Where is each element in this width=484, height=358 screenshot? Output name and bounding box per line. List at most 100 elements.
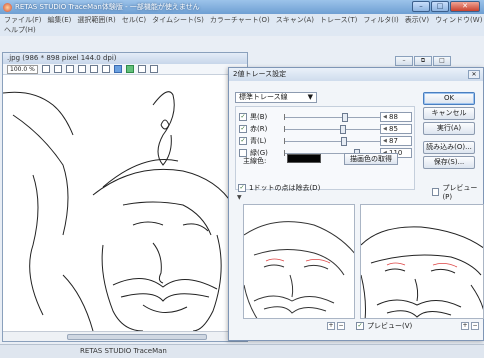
- preview-v-label: プレビュー(V): [367, 322, 413, 330]
- preview-traced: [360, 204, 484, 319]
- spin-arrow-icon[interactable]: ◀: [383, 113, 387, 121]
- preview-original-image: [244, 221, 354, 318]
- channel-label: 青(L): [250, 137, 267, 145]
- value-field[interactable]: ◀ 85: [380, 124, 412, 134]
- threshold-slider[interactable]: [284, 112, 384, 122]
- menu-item[interactable]: 表示(V): [405, 15, 429, 25]
- menu-item[interactable]: 選択範囲(R): [77, 15, 115, 25]
- preview-v-option[interactable]: ✓ プレビュー(V): [353, 321, 412, 331]
- slider-thumb[interactable]: [341, 136, 347, 146]
- menu-item[interactable]: セル(C): [122, 15, 146, 25]
- threshold-slider[interactable]: [284, 136, 384, 146]
- document-window: .jpg (986 * 898 pixel 144.0 dpi) 100.0 %: [2, 52, 248, 342]
- menu-row: ヘルプ(H): [4, 25, 480, 35]
- slider-tick: [284, 149, 285, 156]
- doc-restore-button[interactable]: ⧉: [414, 56, 432, 66]
- slider-tick: [284, 137, 285, 144]
- preview-traced-image: [361, 226, 483, 318]
- channel-checkbox[interactable]: ✓: [239, 113, 247, 121]
- rotate-icon[interactable]: [65, 65, 74, 73]
- ruler-icon[interactable]: [89, 65, 98, 73]
- menu-item[interactable]: トレース(T): [320, 15, 357, 25]
- zoom-in-button-right[interactable]: +: [461, 322, 469, 330]
- chevron-down-icon: ▼: [307, 93, 313, 101]
- value-text: 85: [389, 125, 398, 133]
- main-color-label: 主線色:: [243, 157, 267, 165]
- spin-arrow-icon[interactable]: ◀: [383, 137, 387, 145]
- channel-checkbox[interactable]: ✓: [239, 125, 247, 133]
- page-icon[interactable]: [53, 65, 62, 73]
- save-button[interactable]: 保存(S)...: [423, 156, 475, 169]
- color-icon[interactable]: [125, 65, 134, 73]
- slider-thumb[interactable]: [340, 124, 346, 134]
- preview-checkbox[interactable]: [432, 188, 440, 196]
- document-toolbar: 100.0 %: [3, 64, 247, 75]
- document-window-controls: – ⧉ □: [395, 56, 451, 66]
- slider-tick: [284, 125, 285, 132]
- dialog-title: 2値トレース設定: [229, 68, 483, 81]
- menu-item[interactable]: フィルタ(I): [363, 15, 398, 25]
- zoom-in-button[interactable]: +: [327, 322, 335, 330]
- dot-remove-option[interactable]: ✓ 1ドットの点は除去(D): [235, 183, 320, 193]
- dialog-close-button[interactable]: ✕: [468, 70, 480, 79]
- channel-label: 赤(R): [250, 125, 268, 133]
- ok-button[interactable]: OK: [423, 92, 475, 105]
- menubar: ファイル(F) 編集(E) 選択範囲(R) セル(C) タイムシート(S) カラーチャート…: [0, 14, 484, 36]
- menu-item[interactable]: ヘルプ(H): [4, 25, 36, 35]
- main-color-swatch[interactable]: [287, 154, 321, 163]
- guide-icon[interactable]: [137, 65, 146, 73]
- value-text: 87: [389, 137, 398, 145]
- panel-icon[interactable]: [149, 65, 158, 73]
- menu-item[interactable]: ウィンドウ(W): [435, 15, 482, 25]
- menu-item[interactable]: 編集(E): [48, 15, 72, 25]
- maximize-button[interactable]: □: [431, 1, 449, 12]
- threshold-slider[interactable]: [284, 124, 384, 134]
- load-button[interactable]: 読み込み(O)...: [423, 141, 475, 154]
- get-color-button[interactable]: 描画色の取得: [344, 153, 398, 165]
- layer-icon[interactable]: [113, 65, 122, 73]
- zoom-out-button-right[interactable]: −: [471, 322, 479, 330]
- preview-v-checkbox[interactable]: ✓: [356, 322, 364, 330]
- minimize-button[interactable]: –: [412, 1, 430, 12]
- preview-option[interactable]: プレビュー(P): [429, 183, 483, 201]
- preview-zoom-controls-right: + −: [461, 322, 479, 330]
- spin-arrow-icon[interactable]: ◀: [383, 125, 387, 133]
- trace-settings-dialog: 2値トレース設定 ✕ 標準トレース線 ▼ ✓ 黒(B) ◀ 88 ✓ 赤(R) ◀ 85 ✓ 青(…: [228, 67, 484, 341]
- channel-label: 黒(B): [250, 113, 268, 121]
- preset-select[interactable]: 標準トレース線 ▼: [235, 92, 317, 103]
- zoom-level[interactable]: 100.0 %: [7, 64, 38, 74]
- menu-item[interactable]: スキャン(A): [276, 15, 314, 25]
- cancel-button[interactable]: キャンセル: [423, 107, 475, 120]
- value-field[interactable]: ◀ 87: [380, 136, 412, 146]
- dot-remove-checkbox[interactable]: ✓: [238, 184, 246, 192]
- threshold-row: ✓ 赤(R) ◀ 85: [236, 123, 416, 135]
- value-text: 88: [389, 113, 398, 121]
- slider-thumb[interactable]: [342, 112, 348, 122]
- menu-item[interactable]: カラーチャート(O): [210, 15, 270, 25]
- channel-checkbox[interactable]: ✓: [239, 137, 247, 145]
- threshold-row: ✓ 黒(B) ◀ 88: [236, 111, 416, 123]
- menu-item[interactable]: タイムシート(S): [152, 15, 204, 25]
- app-title: RETAS STUDIO TraceMan体験版 - 一部機能が使えません: [15, 3, 200, 11]
- grid-icon[interactable]: [101, 65, 110, 73]
- app-logo-icon: [3, 2, 12, 12]
- drawing-canvas[interactable]: [3, 75, 247, 331]
- preset-value: 標準トレース線: [239, 93, 288, 101]
- play-icon[interactable]: [41, 65, 50, 73]
- scrollbar-thumb[interactable]: [67, 334, 207, 340]
- doc-minimize-button[interactable]: –: [395, 56, 413, 66]
- line-art-drawing: [3, 91, 247, 331]
- status-bar: RETAS STUDIO TraceMan: [0, 344, 484, 358]
- menu-item[interactable]: ファイル(F): [4, 15, 42, 25]
- horizontal-scrollbar[interactable]: [3, 331, 247, 341]
- doc-maximize-button[interactable]: □: [433, 56, 451, 66]
- fit-icon[interactable]: [77, 65, 86, 73]
- slider-tick: [284, 113, 285, 120]
- run-button[interactable]: 実行(A): [423, 122, 475, 135]
- value-field[interactable]: ◀ 88: [380, 112, 412, 122]
- dot-remove-label: 1ドットの点は除去(D): [249, 184, 321, 192]
- expand-arrow-icon[interactable]: ▼: [237, 194, 242, 201]
- app-titlebar: RETAS STUDIO TraceMan体験版 - 一部機能が使えません – …: [0, 0, 484, 14]
- close-button[interactable]: ✕: [450, 1, 480, 12]
- zoom-out-button[interactable]: −: [337, 322, 345, 330]
